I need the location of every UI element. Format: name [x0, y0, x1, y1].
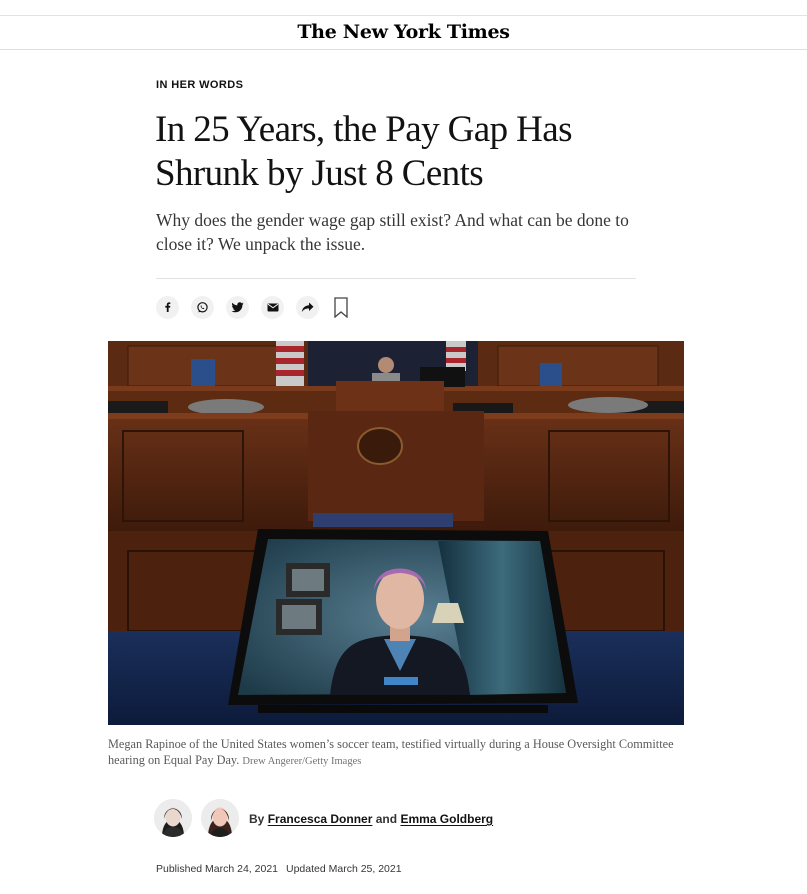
- byline: By Francesca Donner and Emma Goldberg: [249, 812, 493, 826]
- facebook-icon: [164, 302, 170, 312]
- byline-conjunction: and: [375, 812, 398, 826]
- share-toolbar: [156, 295, 349, 319]
- avatar-portrait: [154, 799, 192, 837]
- article-kicker[interactable]: IN HER WORDS: [156, 79, 243, 91]
- article-summary: Why does the gender wage gap still exist…: [156, 210, 629, 254]
- avatar-portrait: [201, 799, 239, 837]
- email-share-button[interactable]: [261, 295, 284, 319]
- twitter-share-button[interactable]: [226, 295, 249, 319]
- save-article-button[interactable]: [333, 296, 349, 318]
- email-icon: [267, 303, 278, 311]
- facebook-share-button[interactable]: [156, 295, 179, 319]
- whatsapp-share-button[interactable]: [191, 295, 214, 319]
- twitter-icon: [231, 301, 244, 312]
- photo-caption: Megan Rapinoe of the United States women…: [108, 736, 688, 770]
- author-link-francesca-donner[interactable]: Francesca Donner: [268, 812, 373, 826]
- nyt-logo[interactable]: The New York Times: [297, 21, 510, 43]
- author-avatar-emma[interactable]: [201, 799, 239, 837]
- photo-credit: Drew Angerer/Getty Images: [242, 756, 362, 767]
- byline-prefix: By: [249, 812, 265, 826]
- headline-line-2: Shrunk by Just 8 Cents: [155, 153, 484, 194]
- summary-divider: [156, 278, 636, 279]
- article-headline: In 25 Years, the Pay Gap Has Shrunk by J…: [155, 108, 625, 196]
- lead-photo: [108, 341, 684, 725]
- more-share-button[interactable]: [296, 295, 319, 319]
- masthead: The New York Times: [0, 16, 807, 50]
- updated-date: Updated March 25, 2021: [286, 863, 402, 875]
- author-avatar-francesca[interactable]: [154, 799, 192, 837]
- bookmark-icon: [334, 296, 348, 318]
- caption-text: Megan Rapinoe of the United States women…: [108, 737, 674, 767]
- hearing-room-photo: [108, 341, 684, 725]
- author-link-emma-goldberg[interactable]: Emma Goldberg: [400, 812, 493, 826]
- share-icon: [301, 302, 314, 312]
- whatsapp-icon: [197, 301, 208, 313]
- published-date: Published March 24, 2021: [156, 863, 278, 875]
- headline-line-1: In 25 Years, the Pay Gap Has: [155, 109, 572, 150]
- article-dates: Published March 24, 2021 Updated March 25…: [156, 863, 402, 875]
